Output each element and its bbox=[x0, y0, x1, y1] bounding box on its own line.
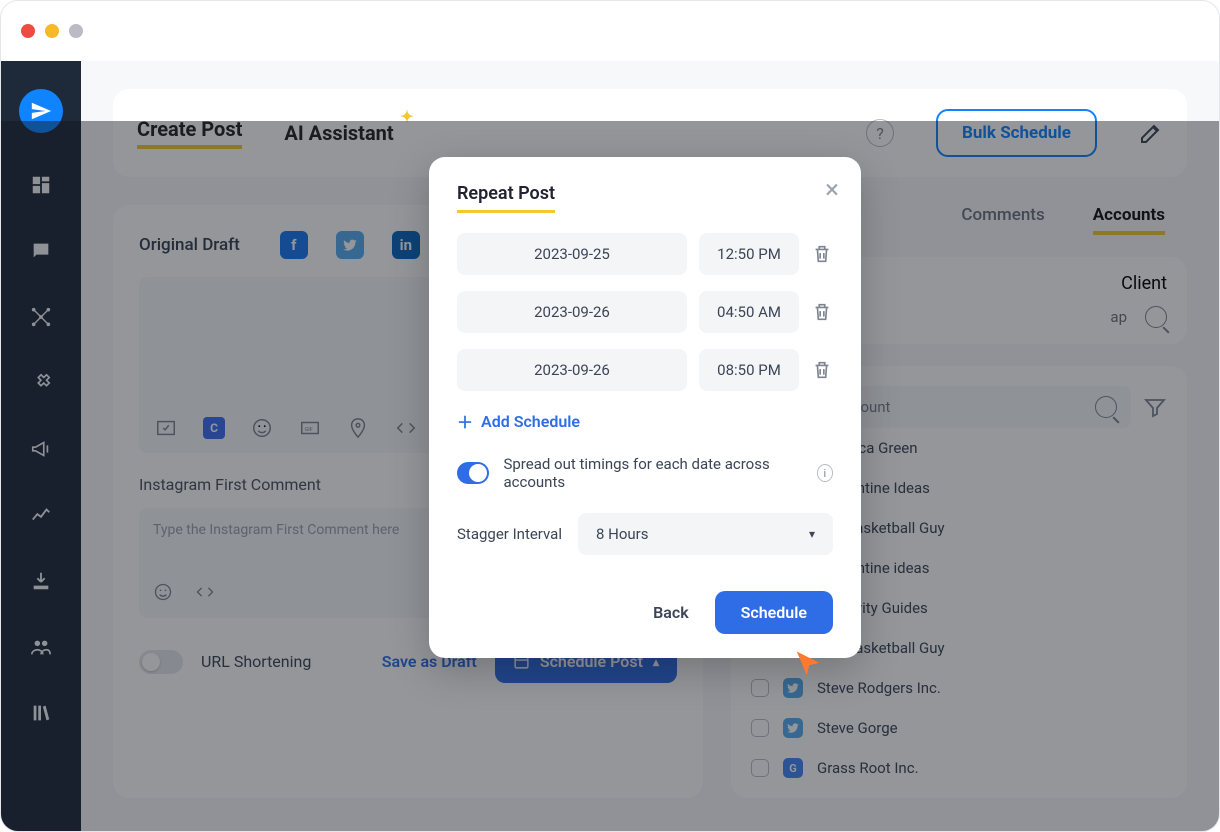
spread-toggle[interactable] bbox=[457, 462, 489, 484]
cursor-pointer-icon bbox=[793, 649, 823, 679]
close-window-icon[interactable] bbox=[21, 24, 35, 38]
add-schedule-button[interactable]: ＋ Add Schedule bbox=[457, 409, 833, 433]
info-icon[interactable]: i bbox=[817, 464, 833, 482]
schedule-date[interactable]: 2023-09-26 bbox=[457, 349, 687, 391]
modal-title: Repeat Post bbox=[457, 183, 555, 213]
titlebar bbox=[1, 1, 1219, 61]
trash-icon[interactable] bbox=[811, 243, 833, 265]
close-icon[interactable]: × bbox=[825, 175, 839, 205]
plus-icon: ＋ bbox=[457, 409, 473, 433]
stagger-value: 8 Hours bbox=[596, 525, 649, 543]
schedule-time[interactable]: 08:50 PM bbox=[699, 349, 799, 391]
schedule-row: 2023-09-26 04:50 AM bbox=[457, 291, 833, 333]
maximize-window-icon[interactable] bbox=[69, 24, 83, 38]
repeat-post-modal: × Repeat Post 2023-09-2512:50 PM2023-09-… bbox=[429, 157, 861, 658]
schedule-button[interactable]: Schedule bbox=[715, 591, 833, 634]
schedule-time[interactable]: 04:50 AM bbox=[699, 291, 799, 333]
back-button[interactable]: Back bbox=[653, 603, 689, 622]
spread-label: Spread out timings for each date across … bbox=[503, 455, 802, 491]
chevron-down-icon: ▾ bbox=[809, 527, 815, 541]
trash-icon[interactable] bbox=[811, 359, 833, 381]
trash-icon[interactable] bbox=[811, 301, 833, 323]
schedule-date[interactable]: 2023-09-26 bbox=[457, 291, 687, 333]
traffic-lights bbox=[21, 24, 83, 38]
schedule-row: 2023-09-26 08:50 PM bbox=[457, 349, 833, 391]
minimize-window-icon[interactable] bbox=[45, 24, 59, 38]
schedule-time[interactable]: 12:50 PM bbox=[699, 233, 799, 275]
stagger-label: Stagger Interval bbox=[457, 525, 562, 543]
app-window: Create Post AI Assistant ✦ ? Bulk Schedu… bbox=[0, 0, 1220, 832]
add-schedule-label: Add Schedule bbox=[481, 412, 580, 431]
schedule-row: 2023-09-25 12:50 PM bbox=[457, 233, 833, 275]
schedule-date[interactable]: 2023-09-25 bbox=[457, 233, 687, 275]
stagger-interval-select[interactable]: 8 Hours ▾ bbox=[578, 513, 833, 555]
